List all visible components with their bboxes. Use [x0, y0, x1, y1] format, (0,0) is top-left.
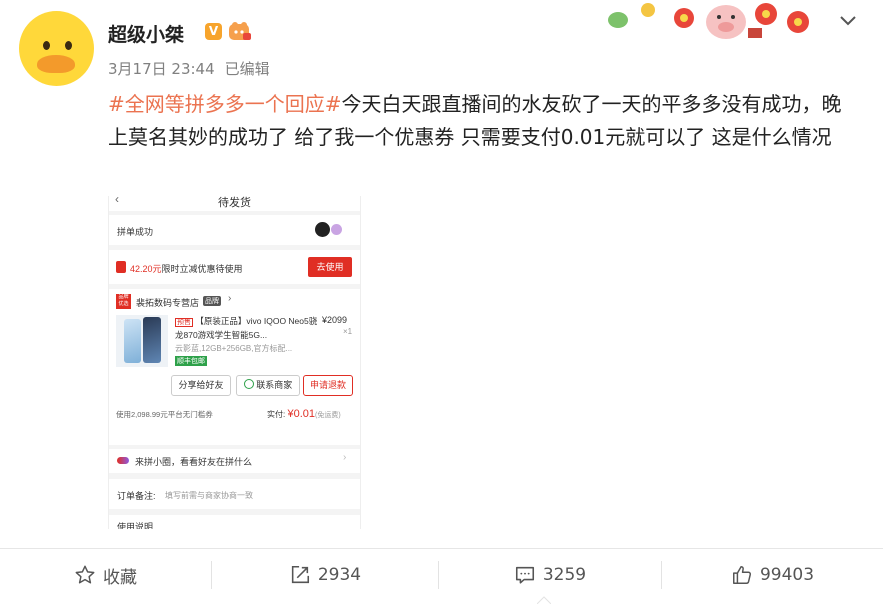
comment-button[interactable]: 3259 — [439, 549, 661, 601]
group-status-row: 拼单成功 — [109, 215, 360, 245]
topic-link[interactable]: #全网等拼多多一个回应# — [108, 92, 342, 116]
store-chevron-icon: › — [228, 293, 232, 304]
chat-icon — [243, 379, 254, 389]
product-price: ¥2099 — [322, 315, 348, 325]
member-avatar — [315, 222, 330, 237]
verified-v-icon: V — [205, 23, 222, 40]
like-count: 99403 — [759, 565, 815, 585]
edited-label[interactable]: 已编辑 — [225, 60, 270, 78]
post-meta: 3月17日 23:44 已编辑 — [108, 58, 270, 79]
user-avatar[interactable] — [19, 11, 94, 86]
paid-label: 实付: — [267, 410, 286, 419]
avatar-eye-right — [65, 41, 72, 50]
coupon-row: 42.20元限时立减优惠待使用 去使用 — [109, 250, 360, 284]
coupon-icon — [116, 261, 126, 273]
chevron-down-icon[interactable] — [838, 10, 858, 30]
comment-count: 3259 — [542, 565, 587, 585]
shipping-tag: 顺丰包邮 — [175, 356, 207, 366]
card-decoration-icon — [608, 3, 809, 39]
remark-label: 订单备注: — [117, 491, 156, 501]
post-image[interactable]: ‹ 待发货 拼单成功 42.20元限时立减优惠待使用 去使用 品牌 优选 裴拓数… — [108, 196, 361, 529]
coupon-info: 42.20元限时立减优惠待使用 — [130, 262, 243, 275]
product-qty: ×1 — [343, 327, 353, 336]
product-image[interactable] — [116, 315, 168, 367]
payment-row: 使用2,098.99元平台无门槛券 实付: ¥0.01(免运费) — [109, 405, 360, 445]
paid-info: 实付: ¥0.01(免运费) — [267, 408, 341, 420]
like-button[interactable]: 99403 — [662, 549, 883, 601]
instructions-row: 使用说明 — [109, 515, 360, 529]
avatar-eye-left — [43, 41, 50, 50]
duck-beak-icon — [37, 55, 75, 73]
coupon-amount: 42.20元 — [130, 264, 162, 274]
repost-button[interactable]: 2934 — [212, 549, 438, 601]
shot-header: ‹ 待发货 — [109, 196, 360, 211]
repost-icon — [291, 565, 309, 584]
paid-amount: ¥0.01 — [287, 408, 315, 420]
phone-back-icon — [124, 319, 141, 363]
comment-icon — [515, 566, 534, 584]
star-icon — [75, 565, 95, 584]
level-badge-icon — [229, 22, 251, 40]
coupon-text: 限时立减优惠待使用 — [161, 264, 243, 274]
presale-tag: 预售 — [175, 318, 193, 327]
remark-input[interactable]: 填写前需与商家协商一致 — [165, 490, 253, 501]
circle-chevron-icon: › — [343, 452, 347, 463]
order-card: 品牌 优选 裴拓数码专营店 品牌 › 预售 【原装正品】vivo IQOO Ne… — [109, 289, 360, 421]
post-text: #全网等拼多多一个回应#今天白天跟直播间的水友砍了一天的平多多没有成功，晚上莫名… — [108, 88, 858, 154]
shot-header-title: 待发货 — [218, 197, 251, 209]
share-button[interactable]: 分享给好友 — [171, 375, 231, 396]
contact-button[interactable]: 联系商家 — [236, 375, 300, 396]
username[interactable]: 超级小桀 — [108, 20, 184, 47]
repost-count: 2934 — [317, 565, 362, 585]
product-spec[interactable]: 云影蓝,12GB+256GB,官方标配... — [175, 343, 317, 354]
comment-caret-icon — [537, 596, 551, 604]
circle-icon — [117, 457, 129, 464]
store-tag: 品牌 — [203, 296, 221, 306]
contact-label: 联系商家 — [256, 380, 293, 390]
coupon-used: 使用2,098.99元平台无门槛券 — [116, 410, 213, 419]
action-bar: 收藏 2934 3259 99403 — [0, 548, 883, 605]
circle-row[interactable]: 来拼小圈，看看好友在拼什么 › — [109, 449, 360, 473]
member-avatar-2 — [331, 224, 342, 235]
paid-note: (免运费) — [315, 412, 341, 419]
remark-row: 订单备注: 填写前需与商家协商一致 — [109, 479, 360, 509]
phone-front-icon — [143, 317, 161, 363]
like-icon — [732, 566, 751, 584]
use-coupon-button[interactable]: 去使用 — [308, 257, 352, 277]
product-title: 【原装正品】vivo IQOO Neo5骁龙870游戏学生智能5G... — [175, 316, 318, 340]
group-status: 拼单成功 — [117, 227, 154, 237]
refund-button[interactable]: 申请退款 — [303, 375, 353, 396]
timestamp[interactable]: 3月17日 23:44 — [108, 60, 215, 78]
favorite-button[interactable]: 收藏 — [0, 549, 211, 601]
store-logo: 品牌 优选 — [116, 294, 131, 309]
favorite-label: 收藏 — [103, 567, 137, 588]
instructions-label: 使用说明 — [117, 522, 154, 529]
product-title-block[interactable]: 预售 【原装正品】vivo IQOO Neo5骁龙870游戏学生智能5G... — [175, 315, 325, 341]
circle-text: 来拼小圈，看看好友在拼什么 — [135, 457, 253, 467]
store-name[interactable]: 裴拓数码专营店 — [136, 296, 199, 309]
